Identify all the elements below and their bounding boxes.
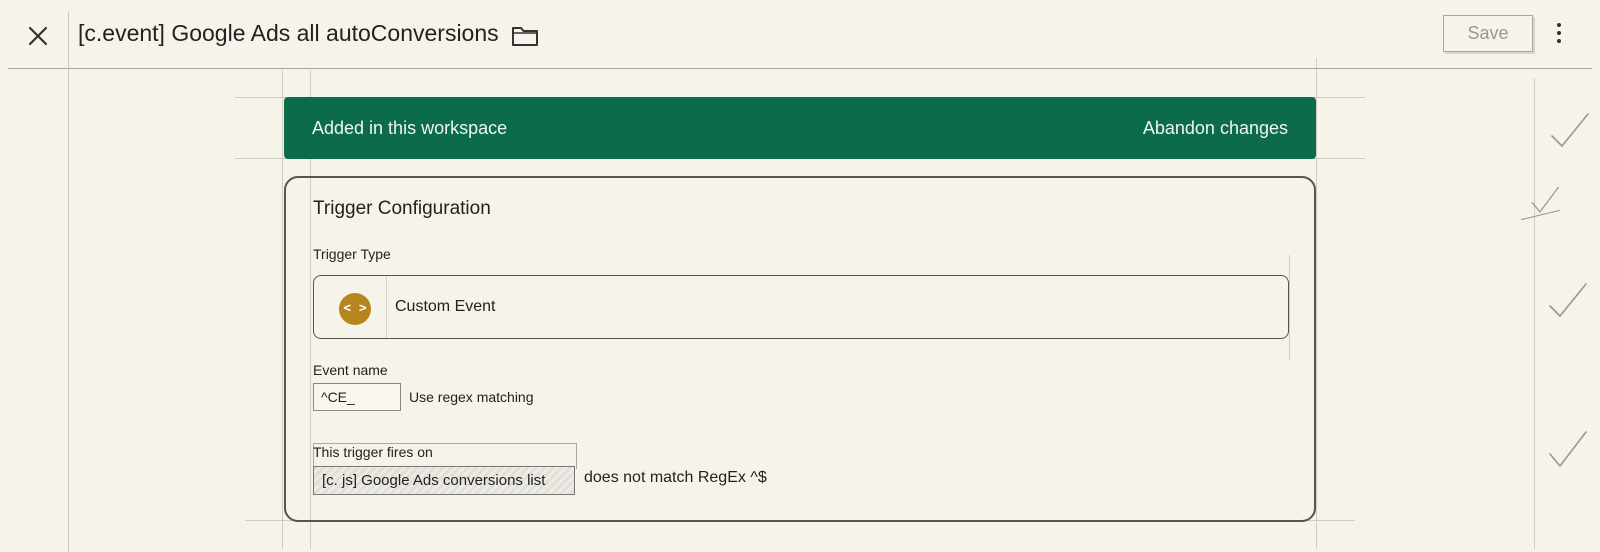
more-vert-dot: [1557, 31, 1561, 35]
folder-button[interactable]: [510, 23, 540, 49]
guide-line: [1316, 58, 1317, 549]
save-button[interactable]: Save: [1443, 15, 1533, 52]
event-name-label: Event name: [313, 362, 388, 378]
more-options-button[interactable]: [1552, 20, 1566, 50]
close-button[interactable]: [22, 20, 54, 52]
check-mark-icon: [1551, 113, 1589, 148]
more-vert-icon: [1557, 23, 1561, 27]
card-title: Trigger Configuration: [313, 198, 491, 219]
close-icon: [28, 26, 48, 46]
event-name-input[interactable]: [313, 383, 401, 411]
check-mark-icon: [1549, 283, 1587, 318]
type-separator: [386, 276, 387, 338]
abandon-changes-link[interactable]: Abandon changes: [1143, 118, 1288, 139]
check-mark-icon: [1549, 431, 1587, 468]
header-divider: [8, 68, 1592, 69]
check-mark-icon: [1520, 186, 1561, 221]
trigger-type-value: Custom Event: [395, 298, 496, 315]
page-title: [c.event] Google Ads all autoConversions: [78, 20, 499, 46]
editor-header: [c.event] Google Ads all autoConversions…: [0, 0, 1600, 68]
more-vert-dot: [1557, 39, 1561, 43]
regex-matching-label: Use regex matching: [409, 389, 534, 405]
folder-icon: [512, 27, 538, 46]
condition-text: does not match RegEx ^$: [584, 469, 767, 486]
code-brackets-icon: < >: [339, 293, 371, 325]
condition-variable-chip[interactable]: [c. js] Google Ads conversions list: [313, 466, 575, 495]
vertical-divider: [68, 12, 69, 552]
trigger-type-label: Trigger Type: [313, 246, 391, 262]
banner-message: Added in this workspace: [312, 117, 508, 138]
fires-on-label: This trigger fires on: [313, 444, 433, 460]
guide-line: [1534, 78, 1535, 549]
guide-line: [282, 70, 283, 549]
workspace-banner: Added in this workspace Abandon changes: [284, 97, 1316, 159]
